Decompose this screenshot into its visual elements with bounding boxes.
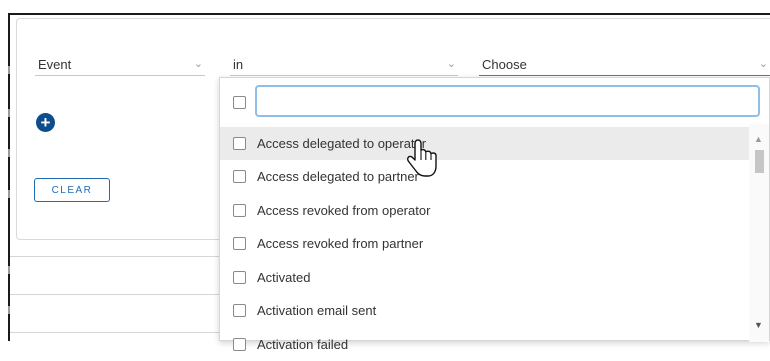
- option-checkbox[interactable]: [233, 338, 246, 351]
- background-row-divider: [10, 256, 250, 257]
- chevron-down-icon: ⌄: [446, 58, 456, 70]
- triangle-up-icon[interactable]: ▲: [754, 134, 763, 144]
- field-select[interactable]: Event ⌄: [35, 54, 205, 76]
- option-access-delegated-to-partner[interactable]: Access delegated to partner: [220, 160, 750, 193]
- list-marker: [8, 190, 10, 198]
- select-all-checkbox[interactable]: [233, 96, 246, 109]
- field-select-value: Event: [38, 57, 72, 72]
- option-label: Access delegated to operator: [257, 136, 427, 151]
- hand-pointer-icon: [406, 139, 437, 177]
- option-activation-failed[interactable]: Activation failed: [220, 328, 750, 361]
- triangle-down-icon[interactable]: ▼: [754, 320, 763, 330]
- dropdown-search-row: [220, 78, 769, 124]
- background-row-divider: [10, 294, 250, 295]
- scrollbar-thumb[interactable]: [755, 150, 764, 173]
- list-marker: [8, 266, 10, 274]
- option-checkbox[interactable]: [233, 271, 246, 284]
- chevron-down-icon: ⌄: [193, 58, 203, 70]
- option-label: Activation email sent: [257, 303, 377, 318]
- screenshot-frame: Event ⌄ in ⌄ Choose ⌄ + CLEAR Access del…: [0, 0, 770, 352]
- list-marker: [8, 306, 10, 314]
- option-label: Access revoked from partner: [257, 236, 424, 251]
- option-checkbox[interactable]: [233, 237, 246, 250]
- option-label: Activation failed: [257, 337, 349, 352]
- option-checkbox[interactable]: [233, 137, 246, 150]
- list-marker: [8, 149, 10, 157]
- option-access-revoked-from-partner[interactable]: Access revoked from partner: [220, 227, 750, 260]
- list-marker: [8, 109, 10, 117]
- clear-button[interactable]: CLEAR: [34, 178, 110, 202]
- option-access-delegated-to-operator[interactable]: Access delegated to operator: [220, 127, 750, 160]
- background-row-divider: [10, 332, 250, 333]
- dropdown-scrollbar[interactable]: ▲ ▼: [749, 124, 769, 342]
- list-marker: [8, 66, 10, 74]
- option-label: Activated: [257, 270, 311, 285]
- window-left-edge: [8, 13, 10, 341]
- option-checkbox[interactable]: [233, 170, 246, 183]
- chevron-down-icon: ⌄: [758, 58, 768, 70]
- value-dropdown-menu: Access delegated to operator Access dele…: [219, 77, 770, 352]
- operator-select-value: in: [233, 57, 244, 72]
- option-activated[interactable]: Activated: [220, 261, 750, 294]
- option-checkbox[interactable]: [233, 204, 246, 217]
- option-checkbox[interactable]: [233, 304, 246, 317]
- operator-select[interactable]: in ⌄: [230, 54, 458, 76]
- option-label: Access delegated to partner: [257, 169, 419, 184]
- add-condition-button[interactable]: +: [36, 113, 55, 132]
- value-select[interactable]: Choose ⌄: [479, 54, 770, 76]
- option-activation-email-sent[interactable]: Activation email sent: [220, 294, 750, 327]
- window-top-edge: [8, 13, 770, 15]
- option-label: Access revoked from operator: [257, 203, 431, 218]
- dropdown-search-input[interactable]: [255, 85, 760, 117]
- value-select-placeholder: Choose: [482, 57, 527, 72]
- option-access-revoked-from-operator[interactable]: Access revoked from operator: [220, 194, 750, 227]
- plus-circle-icon: +: [40, 113, 51, 132]
